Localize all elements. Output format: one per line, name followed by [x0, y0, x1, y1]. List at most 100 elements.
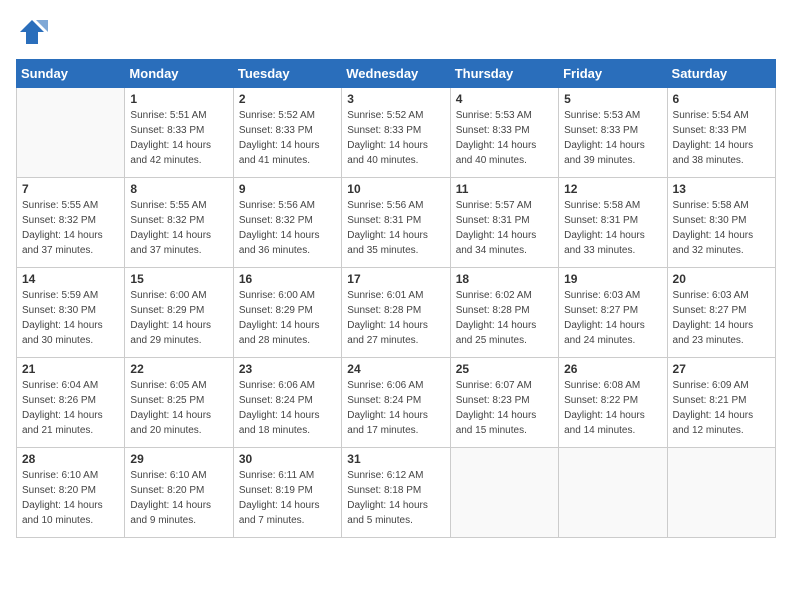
day-info: Sunrise: 5:52 AMSunset: 8:33 PMDaylight:… [347, 108, 444, 168]
day-cell: 7 Sunrise: 5:55 AMSunset: 8:32 PMDaylight… [17, 178, 125, 268]
day-number: 27 [673, 362, 770, 376]
calendar-header-monday: Monday [125, 60, 233, 88]
day-number: 29 [130, 452, 227, 466]
day-info: Sunrise: 5:55 AMSunset: 8:32 PMDaylight:… [22, 198, 119, 258]
day-info: Sunrise: 6:09 AMSunset: 8:21 PMDaylight:… [673, 378, 770, 438]
day-cell: 29 Sunrise: 6:10 AMSunset: 8:20 PMDayligh… [125, 448, 233, 538]
day-info: Sunrise: 6:06 AMSunset: 8:24 PMDaylight:… [239, 378, 336, 438]
day-cell [667, 448, 775, 538]
day-number: 10 [347, 182, 444, 196]
day-info: Sunrise: 5:54 AMSunset: 8:33 PMDaylight:… [673, 108, 770, 168]
day-number: 22 [130, 362, 227, 376]
day-cell: 5 Sunrise: 5:53 AMSunset: 8:33 PMDaylight… [559, 88, 667, 178]
day-number: 3 [347, 92, 444, 106]
logo [16, 16, 52, 53]
day-number: 11 [456, 182, 553, 196]
day-number: 15 [130, 272, 227, 286]
day-number: 5 [564, 92, 661, 106]
day-info: Sunrise: 6:12 AMSunset: 8:18 PMDaylight:… [347, 468, 444, 528]
day-cell [450, 448, 558, 538]
day-cell: 8 Sunrise: 5:55 AMSunset: 8:32 PMDaylight… [125, 178, 233, 268]
week-row-1: 1 Sunrise: 5:51 AMSunset: 8:33 PMDaylight… [17, 88, 776, 178]
day-cell [559, 448, 667, 538]
day-info: Sunrise: 5:55 AMSunset: 8:32 PMDaylight:… [130, 198, 227, 258]
day-cell: 23 Sunrise: 6:06 AMSunset: 8:24 PMDayligh… [233, 358, 341, 448]
day-number: 14 [22, 272, 119, 286]
day-number: 1 [130, 92, 227, 106]
day-number: 26 [564, 362, 661, 376]
day-number: 12 [564, 182, 661, 196]
day-info: Sunrise: 6:02 AMSunset: 8:28 PMDaylight:… [456, 288, 553, 348]
day-number: 2 [239, 92, 336, 106]
calendar-header-friday: Friday [559, 60, 667, 88]
week-row-5: 28 Sunrise: 6:10 AMSunset: 8:20 PMDayligh… [17, 448, 776, 538]
day-info: Sunrise: 5:56 AMSunset: 8:32 PMDaylight:… [239, 198, 336, 258]
week-row-4: 21 Sunrise: 6:04 AMSunset: 8:26 PMDayligh… [17, 358, 776, 448]
day-cell: 11 Sunrise: 5:57 AMSunset: 8:31 PMDayligh… [450, 178, 558, 268]
day-cell: 25 Sunrise: 6:07 AMSunset: 8:23 PMDayligh… [450, 358, 558, 448]
day-info: Sunrise: 5:58 AMSunset: 8:31 PMDaylight:… [564, 198, 661, 258]
page-header [16, 16, 776, 53]
day-info: Sunrise: 6:01 AMSunset: 8:28 PMDaylight:… [347, 288, 444, 348]
day-info: Sunrise: 6:04 AMSunset: 8:26 PMDaylight:… [22, 378, 119, 438]
day-cell: 14 Sunrise: 5:59 AMSunset: 8:30 PMDayligh… [17, 268, 125, 358]
day-cell [17, 88, 125, 178]
day-number: 9 [239, 182, 336, 196]
day-info: Sunrise: 6:03 AMSunset: 8:27 PMDaylight:… [673, 288, 770, 348]
day-cell: 30Sunrise: 6:11 AMSunset: 8:19 PMDayligh… [233, 448, 341, 538]
day-number: 25 [456, 362, 553, 376]
day-cell: 4Sunrise: 5:53 AMSunset: 8:33 PMDaylight… [450, 88, 558, 178]
day-info: Sunrise: 6:05 AMSunset: 8:25 PMDaylight:… [130, 378, 227, 438]
day-number: 6 [673, 92, 770, 106]
day-cell: 31 Sunrise: 6:12 AMSunset: 8:18 PMDayligh… [342, 448, 450, 538]
week-row-2: 7 Sunrise: 5:55 AMSunset: 8:32 PMDaylight… [17, 178, 776, 268]
day-cell: 18 Sunrise: 6:02 AMSunset: 8:28 PMDayligh… [450, 268, 558, 358]
day-cell: 3 Sunrise: 5:52 AMSunset: 8:33 PMDaylight… [342, 88, 450, 178]
day-cell: 28 Sunrise: 6:10 AMSunset: 8:20 PMDayligh… [17, 448, 125, 538]
day-number: 21 [22, 362, 119, 376]
calendar-table: SundayMondayTuesdayWednesdayThursdayFrid… [16, 59, 776, 538]
day-number: 24 [347, 362, 444, 376]
day-cell: 19 Sunrise: 6:03 AMSunset: 8:27 PMDayligh… [559, 268, 667, 358]
day-cell: 22 Sunrise: 6:05 AMSunset: 8:25 PMDayligh… [125, 358, 233, 448]
day-cell: 15 Sunrise: 6:00 AMSunset: 8:29 PMDayligh… [125, 268, 233, 358]
day-number: 16 [239, 272, 336, 286]
day-cell: 21 Sunrise: 6:04 AMSunset: 8:26 PMDayligh… [17, 358, 125, 448]
day-info: Sunrise: 5:57 AMSunset: 8:31 PMDaylight:… [456, 198, 553, 258]
day-info: Sunrise: 6:00 AMSunset: 8:29 PMDaylight:… [130, 288, 227, 348]
day-cell: 6 Sunrise: 5:54 AMSunset: 8:33 PMDaylight… [667, 88, 775, 178]
day-info: Sunrise: 6:10 AMSunset: 8:20 PMDaylight:… [22, 468, 119, 528]
day-cell: 27 Sunrise: 6:09 AMSunset: 8:21 PMDayligh… [667, 358, 775, 448]
week-row-3: 14 Sunrise: 5:59 AMSunset: 8:30 PMDayligh… [17, 268, 776, 358]
day-cell: 20Sunrise: 6:03 AMSunset: 8:27 PMDayligh… [667, 268, 775, 358]
day-number: 4 [456, 92, 553, 106]
day-cell: 16 Sunrise: 6:00 AMSunset: 8:29 PMDayligh… [233, 268, 341, 358]
logo-icon [16, 16, 48, 53]
calendar-header-saturday: Saturday [667, 60, 775, 88]
day-number: 31 [347, 452, 444, 466]
day-number: 8 [130, 182, 227, 196]
day-number: 30 [239, 452, 336, 466]
day-info: Sunrise: 5:53 AMSunset: 8:33 PMDaylight:… [564, 108, 661, 168]
calendar-header-row: SundayMondayTuesdayWednesdayThursdayFrid… [17, 60, 776, 88]
day-number: 7 [22, 182, 119, 196]
day-number: 23 [239, 362, 336, 376]
day-cell: 12 Sunrise: 5:58 AMSunset: 8:31 PMDayligh… [559, 178, 667, 268]
day-info: Sunrise: 6:07 AMSunset: 8:23 PMDaylight:… [456, 378, 553, 438]
day-info: Sunrise: 5:51 AMSunset: 8:33 PMDaylight:… [130, 108, 227, 168]
day-number: 18 [456, 272, 553, 286]
day-cell: 9 Sunrise: 5:56 AMSunset: 8:32 PMDaylight… [233, 178, 341, 268]
day-info: Sunrise: 6:03 AMSunset: 8:27 PMDaylight:… [564, 288, 661, 348]
day-cell: 10Sunrise: 5:56 AMSunset: 8:31 PMDayligh… [342, 178, 450, 268]
calendar-header-wednesday: Wednesday [342, 60, 450, 88]
day-number: 19 [564, 272, 661, 286]
day-cell: 17Sunrise: 6:01 AMSunset: 8:28 PMDayligh… [342, 268, 450, 358]
calendar-header-thursday: Thursday [450, 60, 558, 88]
day-cell: 26 Sunrise: 6:08 AMSunset: 8:22 PMDayligh… [559, 358, 667, 448]
day-number: 28 [22, 452, 119, 466]
day-info: Sunrise: 6:10 AMSunset: 8:20 PMDaylight:… [130, 468, 227, 528]
day-info: Sunrise: 6:08 AMSunset: 8:22 PMDaylight:… [564, 378, 661, 438]
day-info: Sunrise: 6:00 AMSunset: 8:29 PMDaylight:… [239, 288, 336, 348]
day-info: Sunrise: 5:59 AMSunset: 8:30 PMDaylight:… [22, 288, 119, 348]
day-info: Sunrise: 6:06 AMSunset: 8:24 PMDaylight:… [347, 378, 444, 438]
